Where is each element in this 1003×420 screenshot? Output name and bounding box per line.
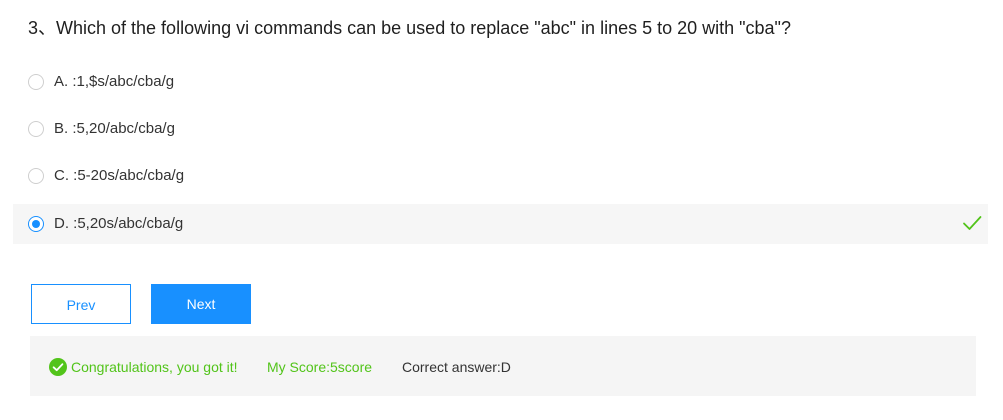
option-b[interactable]: B. :5,20/abc/cba/g xyxy=(13,109,988,149)
option-c[interactable]: C. :5-20s/abc/cba/g xyxy=(13,156,988,196)
radio-checked-icon[interactable] xyxy=(28,216,44,232)
option-label: D. :5,20s/abc/cba/g xyxy=(54,215,184,232)
checkmark-icon xyxy=(963,216,982,230)
option-a[interactable]: A. :1,$s/abc/cba/g xyxy=(13,62,988,102)
radio-unchecked-icon[interactable] xyxy=(28,74,44,90)
success-message: Congratulations, you got it! xyxy=(71,359,238,375)
option-d[interactable]: D. :5,20s/abc/cba/g xyxy=(13,204,988,244)
option-label: B. :5,20/abc/cba/g xyxy=(54,120,175,137)
next-button[interactable]: Next xyxy=(151,284,251,324)
correct-answer-text: Correct answer:D xyxy=(402,359,511,375)
option-label: A. :1,$s/abc/cba/g xyxy=(54,73,175,90)
prev-button[interactable]: Prev xyxy=(31,284,131,324)
question-text: 3、Which of the following vi commands can… xyxy=(28,18,791,38)
score-text: My Score:5score xyxy=(267,359,373,375)
radio-unchecked-icon[interactable] xyxy=(28,168,44,184)
result-bar: Congratulations, you got it! My Score:5s… xyxy=(30,336,976,396)
check-circle-icon xyxy=(49,358,67,376)
radio-unchecked-icon[interactable] xyxy=(28,121,44,137)
option-label: C. :5-20s/abc/cba/g xyxy=(54,167,185,184)
